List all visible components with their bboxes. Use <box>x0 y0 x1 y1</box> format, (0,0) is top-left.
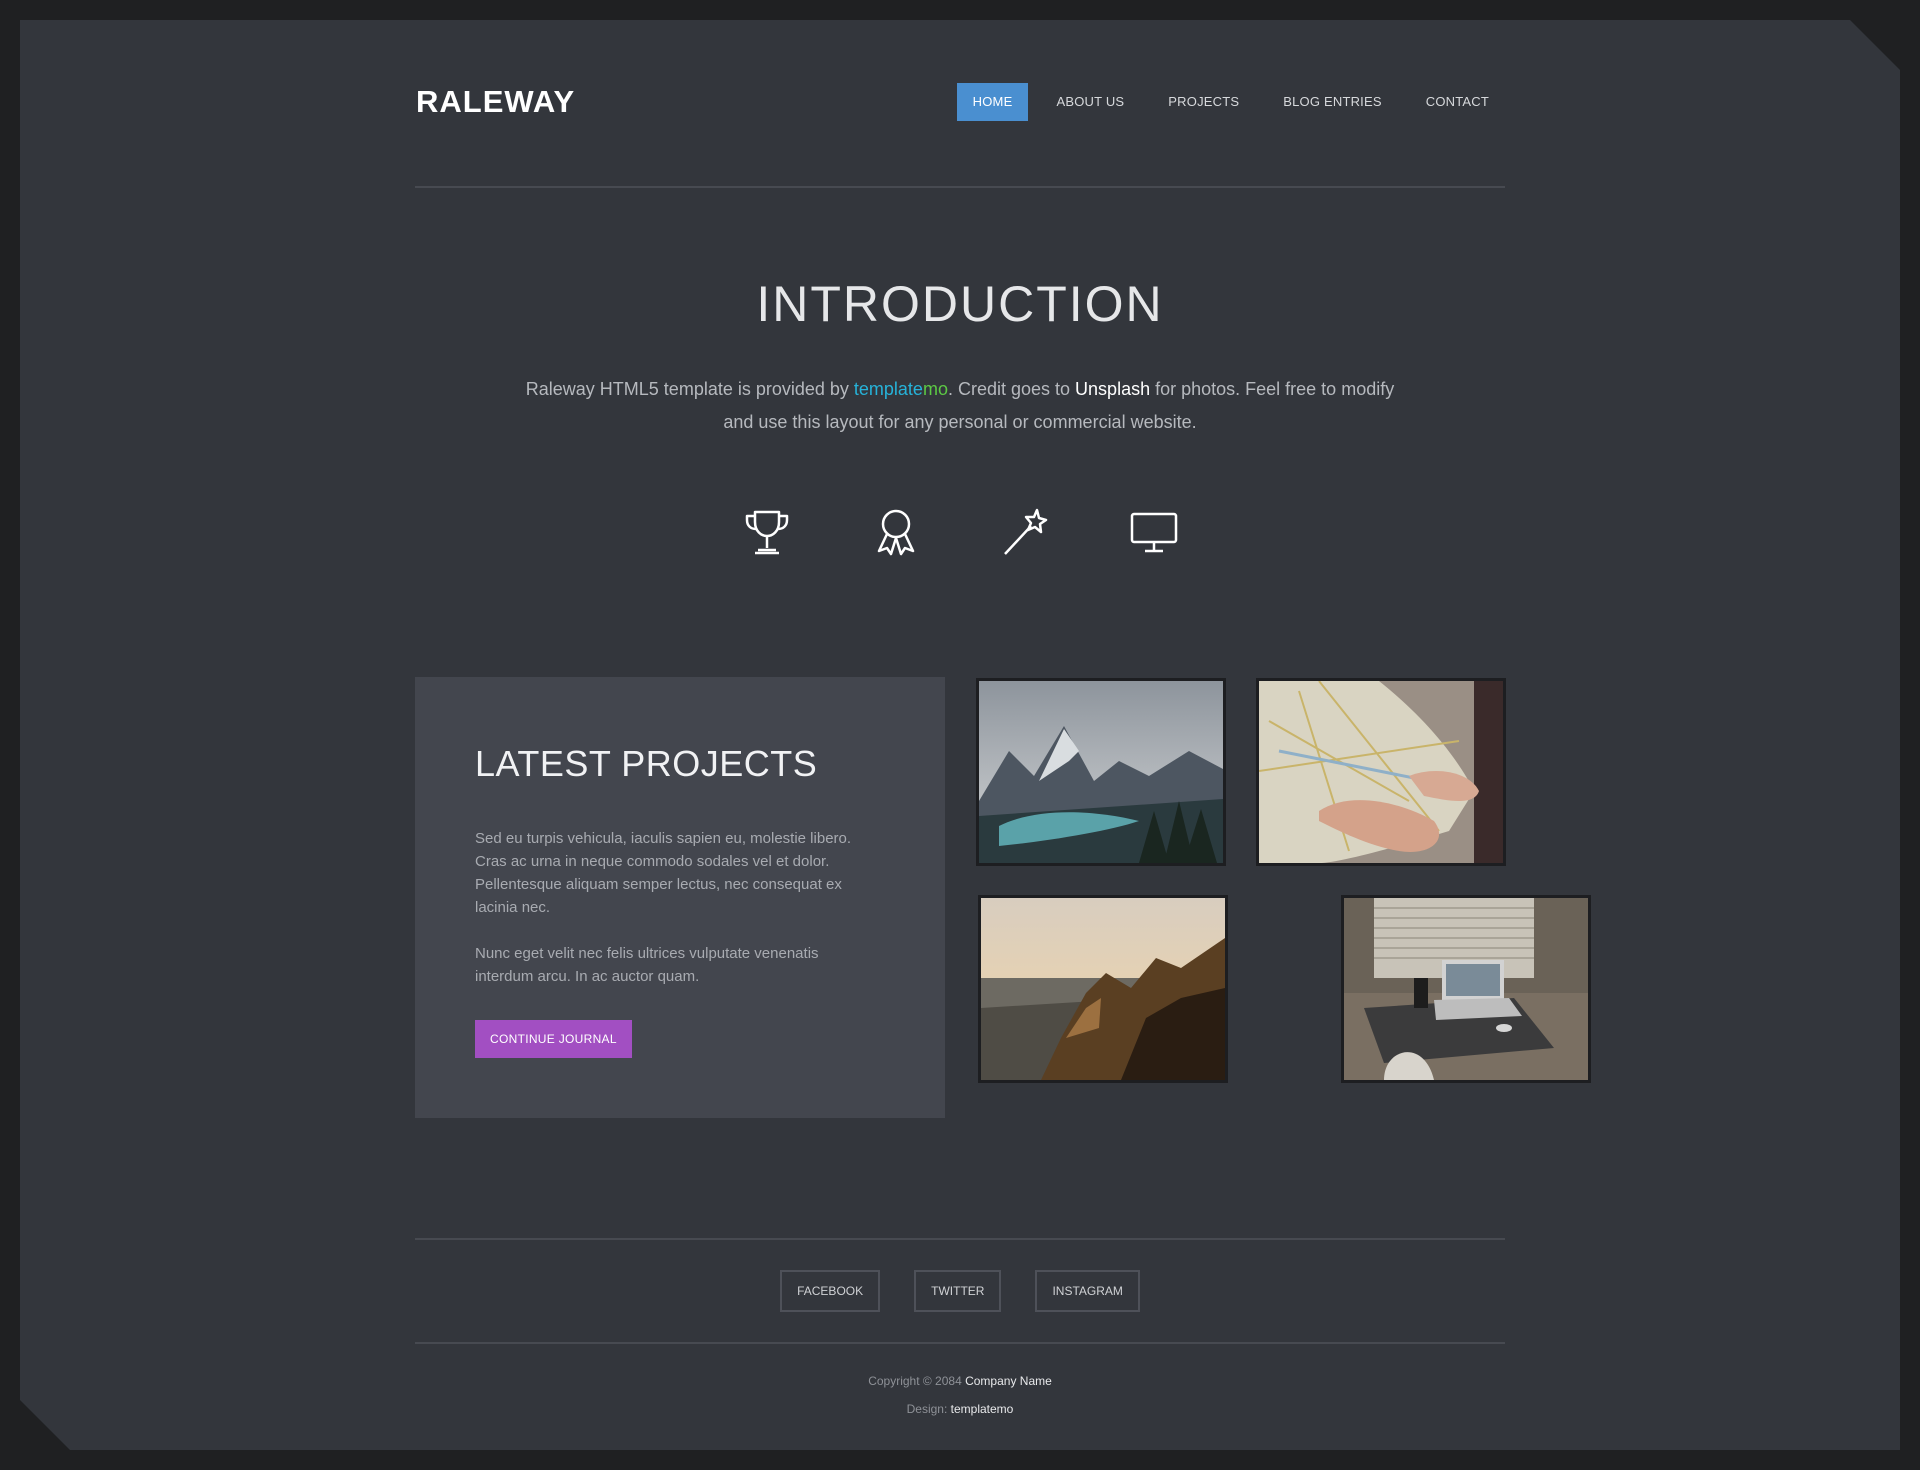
project-thumb-laptop-desk[interactable] <box>1341 895 1591 1083</box>
nav-contact[interactable]: CONTACT <box>1410 83 1505 121</box>
twitter-button[interactable]: TWITTER <box>914 1270 1002 1312</box>
intro-text-part-1: Raleway HTML5 template is provided by <box>525 379 854 399</box>
footer-divider-top <box>415 1238 1505 1240</box>
project-thumb-map-hands[interactable] <box>1256 678 1506 866</box>
copyright: Copyright © 2084 Company Name <box>0 1374 1920 1388</box>
magic-wand-icon <box>960 506 1089 558</box>
continue-journal-button[interactable]: CONTINUE JOURNAL <box>475 1020 632 1058</box>
design-templatemo-link[interactable]: templatemo <box>951 1402 1014 1416</box>
templatemo-link-template[interactable]: template <box>854 379 923 399</box>
nav-home[interactable]: HOME <box>956 83 1029 121</box>
header-divider <box>415 186 1505 188</box>
trophy-icon <box>702 506 831 558</box>
award-ribbon-icon <box>831 506 960 558</box>
instagram-button[interactable]: INSTAGRAM <box>1035 1270 1140 1312</box>
templatemo-link-mo[interactable]: mo <box>923 379 948 399</box>
monitor-icon <box>1089 506 1218 558</box>
site-logo[interactable]: RALEWAY <box>416 84 575 120</box>
company-name-link[interactable]: Company Name <box>965 1374 1052 1388</box>
page-frame <box>20 20 1900 1450</box>
feature-icons <box>0 506 1920 558</box>
intro-title: INTRODUCTION <box>756 276 1164 332</box>
intro-text-part-2: . Credit goes to <box>947 379 1076 399</box>
main-nav: HOME ABOUT US PROJECTS BLOG ENTRIES CONT… <box>945 83 1505 121</box>
nav-about-us[interactable]: ABOUT US <box>1040 83 1140 121</box>
projects-paragraph-2: Nunc eget velit nec felis ultrices vulpu… <box>475 945 819 985</box>
unsplash-link[interactable]: Unsplash <box>1075 379 1150 399</box>
social-links: FACEBOOK TWITTER INSTAGRAM <box>0 1270 1920 1312</box>
project-thumb-mountain-lake[interactable] <box>976 678 1226 866</box>
design-prefix: Design: <box>906 1402 951 1416</box>
nav-projects[interactable]: PROJECTS <box>1152 83 1255 121</box>
project-thumb-coastal-cliffs[interactable] <box>978 895 1228 1083</box>
intro-text: Raleway HTML5 template is provided by te… <box>520 373 1400 439</box>
projects-title: LATEST PROJECTS <box>475 743 818 784</box>
nav-blog-entries[interactable]: BLOG ENTRIES <box>1267 83 1397 121</box>
copyright-prefix: Copyright © 2084 <box>868 1374 966 1388</box>
facebook-button[interactable]: FACEBOOK <box>780 1270 881 1312</box>
design-credit: Design: templatemo <box>0 1402 1920 1416</box>
latest-projects-panel: LATEST PROJECTS Sed eu turpis vehicula, … <box>415 677 945 1118</box>
footer-divider-bottom <box>415 1342 1505 1344</box>
projects-paragraph-1: Sed eu turpis vehicula, iaculis sapien e… <box>475 830 852 916</box>
